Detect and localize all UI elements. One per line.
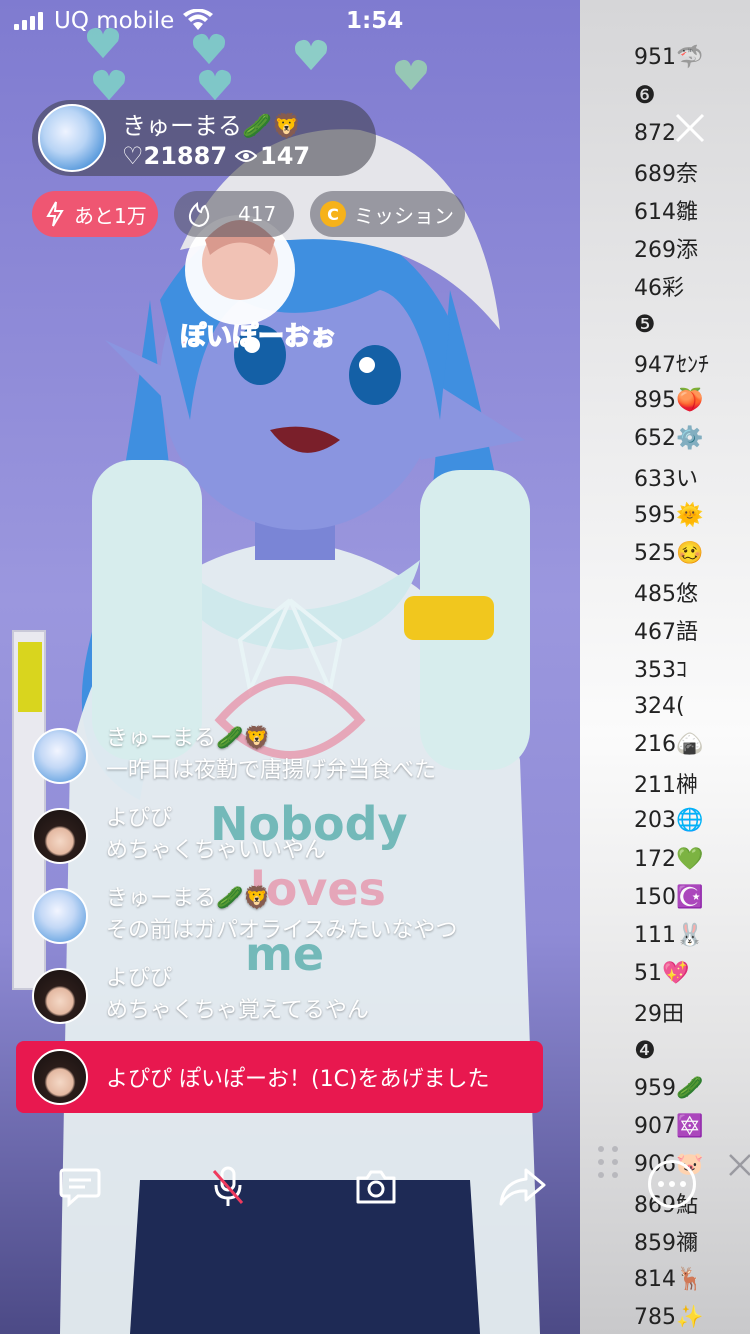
comment-button[interactable]: [56, 1164, 104, 1210]
ranking-entry[interactable]: 859禰: [634, 1222, 709, 1260]
host-name: きゅーまる🥒🦁: [122, 112, 302, 140]
ranking-entry[interactable]: 353ｺ: [634, 649, 709, 687]
host-profile-card[interactable]: きゅーまる🥒🦁 ♡21887 147: [32, 100, 376, 176]
eye-icon: [235, 150, 258, 162]
more-button[interactable]: [648, 1160, 696, 1208]
commenter-name: きゅーまる🥒🦁: [106, 726, 271, 751]
ranking-entry[interactable]: 150☪️: [634, 878, 709, 916]
ranking-entry[interactable]: 614雛: [634, 191, 709, 229]
ranking-entry[interactable]: 595🌞: [634, 496, 709, 534]
ranking-tier-header: ❻: [634, 81, 656, 110]
camera-icon: [356, 1170, 396, 1204]
ranking-entry[interactable]: 29田: [634, 993, 709, 1031]
host-stats: ♡21887 147: [122, 142, 310, 170]
carrier-name: UQ mobile: [54, 8, 175, 34]
heart-icon: [294, 39, 328, 71]
more-icon: [658, 1181, 664, 1187]
commenter-name: きゅーまる🥒🦁: [106, 886, 271, 911]
ranking-entry[interactable]: 485悠: [634, 573, 709, 611]
mic-muted-icon: [212, 1166, 244, 1206]
camera-button[interactable]: [352, 1164, 400, 1210]
fire-counter-button[interactable]: 417: [174, 191, 294, 237]
ranking-tier-header: ❹: [634, 1035, 656, 1064]
heart-icon: [92, 69, 126, 101]
ranking-entry[interactable]: 467語: [634, 611, 709, 649]
comment-icon: [59, 1168, 101, 1207]
commenter-avatar[interactable]: [32, 888, 88, 944]
ranking-entry[interactable]: 814🦌: [634, 1260, 709, 1298]
ranking-entry[interactable]: 324(: [634, 687, 709, 725]
ranking-entry[interactable]: 951🦈: [634, 38, 709, 76]
comment-text: 一昨日は夜勤で唐揚げ弁当食べた: [106, 758, 437, 783]
ranking-entry[interactable]: 203🌐: [634, 802, 709, 840]
viewer-count: 147: [260, 142, 311, 170]
commenter-avatar[interactable]: [32, 968, 88, 1024]
mic-toggle-button[interactable]: [204, 1164, 252, 1210]
ranking-entry[interactable]: 46彩: [634, 267, 709, 305]
gift-notification-banner[interactable]: よぴぴ ぽいぽーお！(1C)をあげました: [16, 1041, 543, 1113]
gifter-avatar[interactable]: [32, 1049, 88, 1105]
goal-button[interactable]: あと1万: [32, 191, 158, 237]
close-icon[interactable]: [674, 112, 706, 144]
commenter-name: よぴぴ: [106, 806, 173, 831]
ranking-entry[interactable]: 111🐰: [634, 916, 709, 954]
ranking-entry[interactable]: 633い: [634, 458, 709, 496]
ranking-entry[interactable]: 652⚙️: [634, 420, 709, 458]
like-count: ♡21887: [122, 142, 228, 170]
commenter-avatar[interactable]: [32, 808, 88, 864]
flame-icon: [188, 201, 210, 227]
ranking-entry[interactable]: 785✨: [634, 1298, 709, 1334]
comment-text: その前はガパオライスみたいなやつ: [106, 918, 458, 943]
comment-text: めちゃくちゃ覚えてるやん: [106, 998, 369, 1023]
fire-count: 417: [238, 202, 277, 226]
wifi-icon: [183, 9, 213, 30]
ranking-entry[interactable]: 907🔯: [634, 1107, 709, 1145]
ranking-list: 951🦈 ❻ 872 689奈 614雛 269添 46彩 ❺ 947ｾﾝﾁ 895🍑 652⚙️ 6…: [634, 38, 709, 1334]
coin-icon: C: [320, 201, 346, 227]
mission-label: ミッション: [354, 203, 454, 228]
ranking-tier-header: ❺: [634, 310, 656, 339]
drag-handle-icon[interactable]: [598, 1146, 618, 1178]
ranking-entry[interactable]: 51💖: [634, 955, 709, 993]
mission-button[interactable]: C ミッション: [310, 191, 465, 237]
ranking-entry[interactable]: 525🥴: [634, 534, 709, 572]
ranking-entry[interactable]: 689奈: [634, 153, 709, 191]
clock: 1:54: [346, 8, 404, 34]
signal-icon: [14, 12, 43, 30]
gift-message: よぴぴ ぽいぽーお！(1C)をあげました: [106, 1067, 490, 1092]
commenter-avatar[interactable]: [32, 728, 88, 784]
heart-icon: [394, 59, 428, 91]
heart-icon: [198, 69, 232, 101]
ranking-entry[interactable]: 947ｾﾝﾁ: [634, 344, 709, 382]
share-icon: [499, 1168, 546, 1206]
gift-sticker-text: ぽいぽーおぉ: [180, 321, 336, 352]
goal-label: あと1万: [74, 203, 147, 228]
ranking-entry[interactable]: 269添: [634, 229, 709, 267]
lightning-icon: [46, 201, 64, 227]
host-avatar[interactable]: [38, 104, 106, 172]
share-button[interactable]: [498, 1164, 546, 1210]
viewer-count-group: 147: [235, 142, 310, 170]
ranking-entry[interactable]: 211榊: [634, 764, 709, 802]
ranking-entry[interactable]: 959🥒: [634, 1069, 709, 1107]
close-panel-icon[interactable]: [728, 1152, 750, 1178]
ranking-entry[interactable]: 895🍑: [634, 382, 709, 420]
ranking-entry[interactable]: 172💚: [634, 840, 709, 878]
commenter-name: よぴぴ: [106, 966, 173, 991]
ranking-entry[interactable]: 216🍙: [634, 725, 709, 763]
comment-text: めちゃくちゃいいやん: [106, 838, 327, 863]
